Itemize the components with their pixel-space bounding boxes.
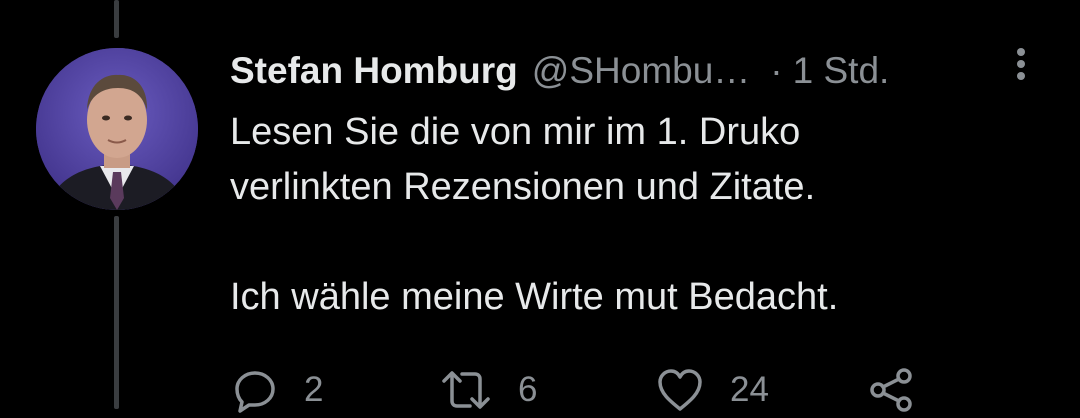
- timestamp[interactable]: 1 Std.: [793, 46, 890, 96]
- tweet-text-line: verlinkten Rezensionen und Zitate.: [230, 166, 816, 208]
- heart-icon: [658, 369, 702, 411]
- like-button[interactable]: 24: [656, 362, 769, 418]
- share-icon: [870, 368, 912, 412]
- tweet-header: Stefan Homburg @SHombu… · 1 Std.: [230, 46, 889, 96]
- reply-count: 2: [304, 370, 324, 409]
- retweet-icon: [442, 371, 490, 409]
- tweet-text-line: Lesen Sie die von mir im 1. Druko: [230, 111, 801, 153]
- tweet-text-line: Ich wähle meine Wirte mut Bedacht.: [230, 276, 839, 318]
- thread-line-bottom: [114, 216, 119, 409]
- tweet-text: Lesen Sie die von mir im 1. Druko verlin…: [230, 105, 1050, 325]
- display-name[interactable]: Stefan Homburg: [230, 46, 518, 96]
- retweet-count: 6: [518, 370, 538, 409]
- share-button[interactable]: [868, 362, 914, 418]
- separator-dot: ·: [770, 50, 783, 91]
- reply-icon: [235, 371, 275, 413]
- thread-line-top: [114, 0, 119, 38]
- avatar[interactable]: [36, 48, 198, 210]
- user-handle[interactable]: @SHombu…: [532, 46, 751, 96]
- retweet-button[interactable]: 6: [440, 362, 537, 418]
- avatar-photo: [36, 48, 198, 210]
- reply-button[interactable]: 2: [232, 362, 323, 418]
- more-options-button[interactable]: [1004, 46, 1038, 86]
- like-count: 24: [730, 370, 769, 409]
- more-vertical-icon: [1017, 48, 1025, 80]
- tweet-actions: 2 6 24: [232, 362, 992, 418]
